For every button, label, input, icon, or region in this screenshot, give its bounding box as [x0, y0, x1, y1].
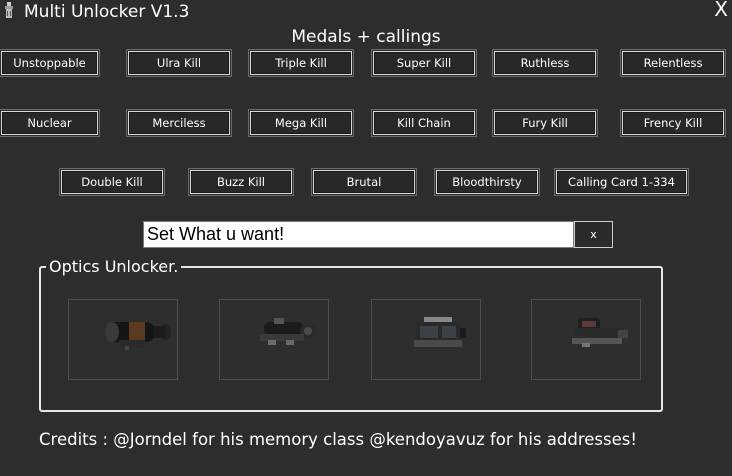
clear-button[interactable]: x: [574, 221, 613, 248]
medals-section-title: Medals + callings: [291, 27, 441, 47]
thermal-optic-icon: [414, 317, 466, 347]
relentless-button[interactable]: Relentless: [620, 49, 726, 77]
ulra-kill-button[interactable]: Ulra Kill: [126, 49, 232, 77]
ruthless-button[interactable]: Ruthless: [492, 49, 598, 77]
optics-group-label: Optics Unlocker.: [46, 257, 182, 277]
merciless-button[interactable]: Merciless: [126, 109, 232, 137]
app-icon: [5, 2, 13, 18]
scope-optic-icon: [105, 322, 171, 350]
optic-slot-4[interactable]: [531, 299, 641, 380]
nuclear-button[interactable]: Nuclear: [0, 109, 100, 137]
super-kill-button[interactable]: Super Kill: [371, 49, 477, 77]
buzz-kill-button[interactable]: Buzz Kill: [188, 168, 294, 196]
value-input[interactable]: [143, 221, 574, 248]
calling-card-button[interactable]: Calling Card 1-334: [554, 168, 689, 196]
double-kill-button[interactable]: Double Kill: [59, 168, 165, 196]
fury-kill-button[interactable]: Fury Kill: [492, 109, 598, 137]
credits-text: Credits : @Jorndel for his memory class …: [39, 430, 637, 449]
optic-slot-2[interactable]: [219, 299, 329, 380]
mega-kill-button[interactable]: Mega Kill: [248, 109, 354, 137]
optic-slot-1[interactable]: [68, 299, 178, 380]
rifle-scope-optic-icon: [260, 318, 316, 345]
kill-chain-button[interactable]: Kill Chain: [371, 109, 477, 137]
unstoppable-button[interactable]: Unstoppable: [0, 49, 100, 77]
close-button[interactable]: X: [714, 0, 728, 20]
bloodthirsty-button[interactable]: Bloodthirsty: [434, 168, 540, 196]
frency-kill-button[interactable]: Frency Kill: [620, 109, 726, 137]
window-title: Multi Unlocker V1.3: [24, 2, 190, 22]
title-bar: Multi Unlocker V1.3 X: [0, 0, 732, 24]
triple-kill-button[interactable]: Triple Kill: [248, 49, 354, 77]
brutal-button[interactable]: Brutal: [311, 168, 417, 196]
optic-slot-3[interactable]: [371, 299, 481, 380]
red-dot-optic-icon: [572, 318, 628, 347]
